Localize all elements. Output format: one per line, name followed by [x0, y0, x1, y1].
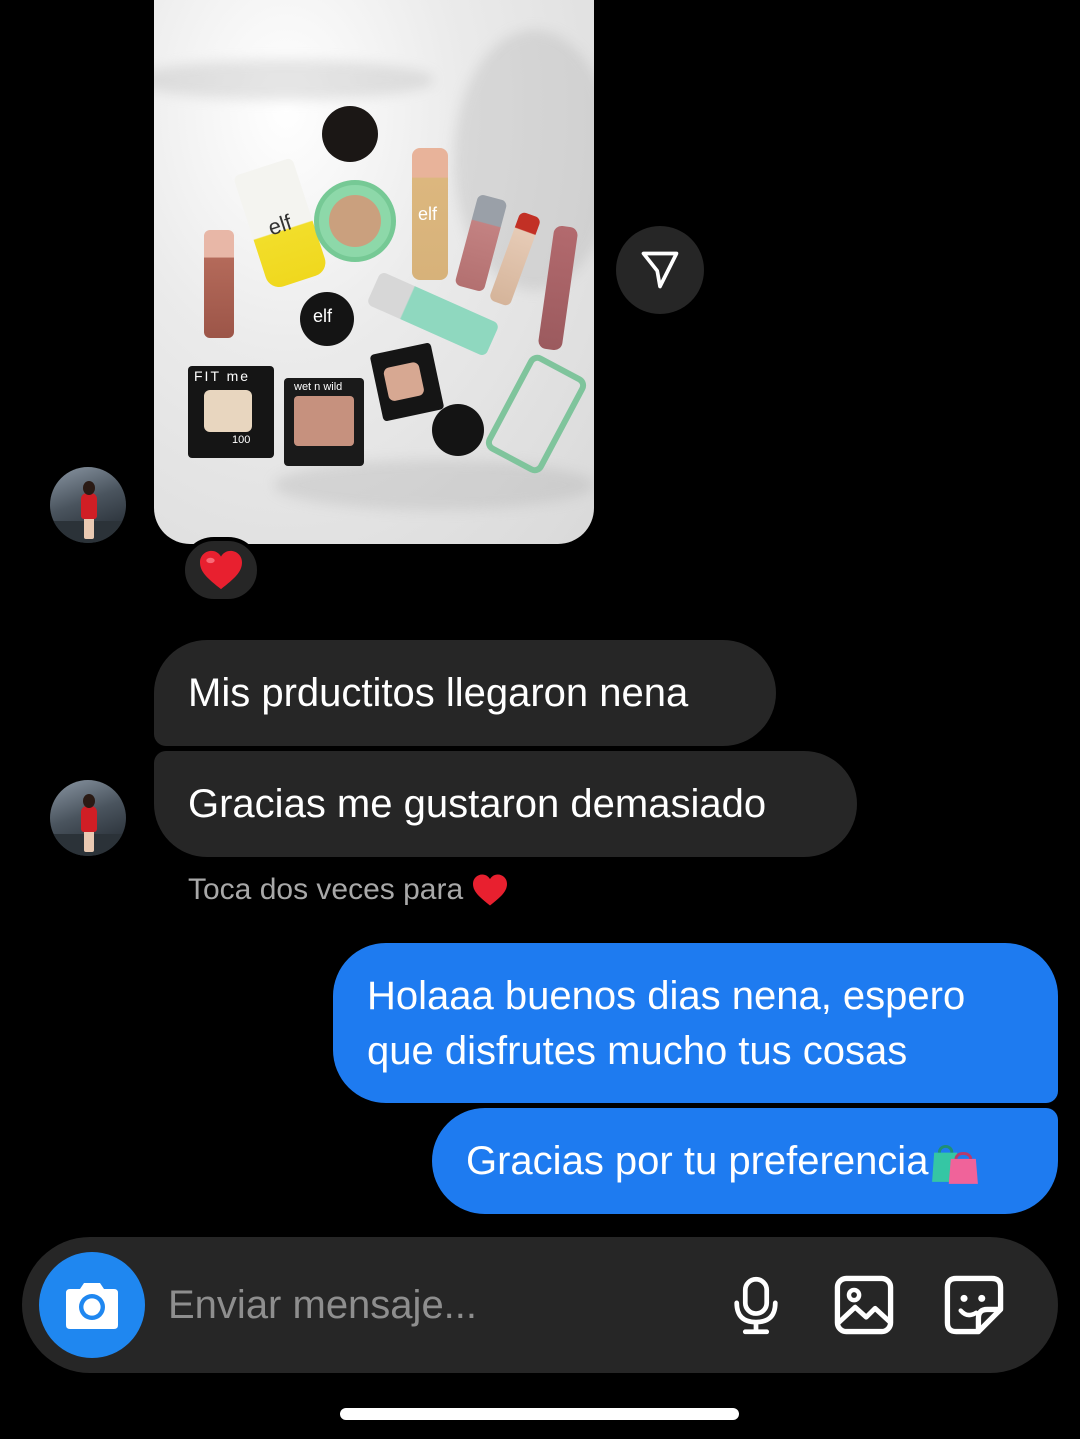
home-indicator[interactable]: [340, 1408, 739, 1420]
message-text-line: que disfrutes mucho tus cosas: [367, 1029, 908, 1073]
avatar-figure-legs: [84, 517, 94, 539]
jar-product: [322, 106, 378, 162]
message-text: Gracias por tu preferencia: [466, 1138, 929, 1183]
avatar-figure-body: [81, 806, 97, 832]
brand-label: elf: [313, 306, 333, 326]
avatar-figure-body: [81, 493, 97, 519]
eyelash-curler: [482, 351, 590, 477]
elf-pot-product: [432, 404, 484, 456]
blush-box-product: [369, 342, 445, 422]
powder-pan: [204, 390, 252, 432]
message-text: Mis prductitos llegaron nena: [188, 671, 689, 715]
sender-avatar[interactable]: [50, 467, 126, 543]
brand-label: wet n wild: [294, 381, 343, 393]
avatar-figure-legs: [84, 830, 94, 852]
compact-product: [314, 180, 396, 262]
sheet-fold: [154, 60, 434, 100]
brand-label: elf: [264, 209, 295, 241]
shade-label: 100: [232, 434, 251, 446]
brand-label: elf: [418, 204, 438, 224]
sheet-fold: [274, 460, 594, 510]
shared-photo[interactable]: elf elf elf FIT me 100 wet n wild: [154, 0, 594, 544]
sender-avatar[interactable]: [50, 780, 126, 856]
blush-pan: [382, 361, 425, 403]
brand-label: FIT me: [194, 368, 251, 384]
share-photo-button[interactable]: [616, 226, 704, 314]
message-text: Gracias me gustaron demasiado: [188, 782, 767, 826]
double-tap-hint: Toca dos veces para: [188, 870, 509, 910]
gallery-button[interactable]: [832, 1273, 896, 1337]
elf-pot-product: elf: [300, 292, 354, 346]
highlighter-box-product: wet n wild: [284, 378, 364, 466]
gallery-icon: [834, 1275, 894, 1335]
incoming-message[interactable]: Mis prductitos llegaron nena: [154, 640, 776, 746]
outgoing-message[interactable]: Gracias por tu preferencia: [432, 1108, 1058, 1214]
heart-reaction[interactable]: [181, 537, 261, 603]
microphone-button[interactable]: [724, 1273, 788, 1337]
message-composer: Enviar mensaje...: [22, 1237, 1058, 1373]
message-input[interactable]: Enviar mensaje...: [168, 1281, 477, 1329]
microphone-icon: [734, 1276, 778, 1335]
heart-emoji: [200, 550, 242, 590]
foundation-bottle: elf: [412, 148, 448, 280]
lip-gloss-product: [204, 230, 234, 338]
paper-plane-icon: [641, 251, 679, 289]
shopping-bags-icon: [932, 1144, 979, 1184]
outgoing-message[interactable]: Holaaa buenos dias nena, espero que disf…: [333, 943, 1058, 1103]
incoming-message[interactable]: Gracias me gustaron demasiado: [154, 751, 857, 857]
message-text-line: Holaaa buenos dias nena, espero: [367, 974, 966, 1018]
sticker-button[interactable]: [942, 1273, 1006, 1337]
camera-icon: [66, 1283, 118, 1329]
hint-text: Toca dos veces para: [188, 873, 464, 906]
camera-button[interactable]: [39, 1252, 145, 1358]
sticker-icon: [944, 1275, 1004, 1335]
chat-screen: elf elf elf FIT me 100 wet n wild Mis pr…: [0, 0, 1080, 1439]
avatar-figure-head: [83, 794, 95, 808]
heart-icon: [473, 874, 508, 906]
avatar-figure-head: [83, 481, 95, 495]
powder-box-product: FIT me 100: [188, 366, 274, 458]
highlighter-pan: [294, 396, 354, 446]
